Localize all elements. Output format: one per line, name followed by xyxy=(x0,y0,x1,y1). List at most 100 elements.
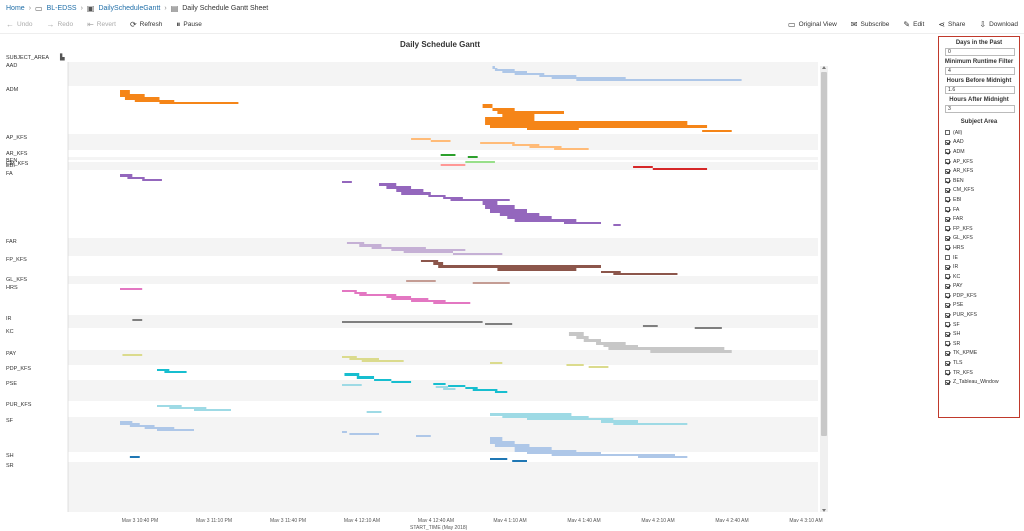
subject-checkbox[interactable] xyxy=(945,226,950,232)
gantt-bar[interactable] xyxy=(514,219,577,222)
download-button[interactable]: ⇩ Download xyxy=(979,20,1018,29)
gantt-bar[interactable] xyxy=(450,199,510,201)
subject-checkbox[interactable] xyxy=(945,350,950,356)
gantt-bar[interactable] xyxy=(124,97,160,100)
breadcrumb-workbook[interactable]: DailyScheduleGantt xyxy=(98,5,160,12)
gantt-bar[interactable] xyxy=(527,418,614,420)
gantt-bar[interactable] xyxy=(502,71,527,73)
gantt-bar[interactable] xyxy=(527,452,601,454)
gantt-bar[interactable] xyxy=(485,121,688,125)
gantt-bar[interactable] xyxy=(342,181,352,183)
gantt-bar[interactable] xyxy=(361,360,404,362)
gantt-bar[interactable] xyxy=(416,435,431,437)
gantt-bar[interactable] xyxy=(472,282,510,284)
gantt-bar[interactable] xyxy=(354,292,367,294)
gantt-bar[interactable] xyxy=(440,154,456,156)
gantt-bar[interactable] xyxy=(120,90,130,94)
gantt-bar[interactable] xyxy=(157,369,170,371)
gantt-bar[interactable] xyxy=(142,179,162,181)
gantt-bar[interactable] xyxy=(144,427,175,429)
gantt-bar[interactable] xyxy=(502,416,589,418)
gantt-bar[interactable] xyxy=(642,325,658,327)
gantt-bar[interactable] xyxy=(391,298,429,300)
subject-checkbox[interactable] xyxy=(945,197,950,203)
gantt-bar[interactable] xyxy=(374,379,392,381)
gantt-bar[interactable] xyxy=(494,444,530,447)
gantt-bar[interactable] xyxy=(551,77,626,79)
subject-option[interactable]: SR xyxy=(945,339,1019,349)
subject-option[interactable]: FA xyxy=(945,205,1019,215)
gantt-bar[interactable] xyxy=(438,265,601,268)
revert-button[interactable]: ⇤ Revert xyxy=(87,20,116,29)
gantt-bar[interactable] xyxy=(344,373,360,376)
subject-option[interactable]: TLS xyxy=(945,358,1019,368)
gantt-bar[interactable] xyxy=(490,362,503,364)
gantt-bar[interactable] xyxy=(480,142,515,144)
refresh-button[interactable]: ⟳ Refresh xyxy=(130,20,162,29)
gantt-bar[interactable] xyxy=(482,104,493,108)
gantt-bar[interactable] xyxy=(499,213,540,216)
gantt-bar[interactable] xyxy=(638,456,688,458)
gantt-bar[interactable] xyxy=(512,460,527,462)
subject-option[interactable]: AP_KFS xyxy=(945,157,1019,167)
subject-option[interactable]: Z_Tableau_Window xyxy=(945,377,1019,387)
gantt-bar[interactable] xyxy=(356,376,375,379)
gantt-bar[interactable] xyxy=(539,75,577,77)
gantt-bar[interactable] xyxy=(576,79,742,81)
gantt-bar[interactable] xyxy=(613,273,678,275)
subject-option[interactable]: PDP_KFS xyxy=(945,291,1019,301)
gantt-bar[interactable] xyxy=(608,347,725,350)
gantt-bar[interactable] xyxy=(396,189,424,192)
gantt-bar[interactable] xyxy=(430,140,451,142)
subject-option[interactable]: ADM xyxy=(945,147,1019,157)
gantt-bar[interactable] xyxy=(492,68,498,69)
gantt-bar[interactable] xyxy=(497,268,577,271)
gantt-bar[interactable] xyxy=(576,336,589,339)
subject-option[interactable]: GL_KFS xyxy=(945,234,1019,244)
gantt-bar[interactable] xyxy=(157,405,182,407)
subject-checkbox[interactable] xyxy=(945,322,950,328)
subject-checkbox[interactable] xyxy=(945,178,950,184)
gantt-bar[interactable] xyxy=(435,386,449,388)
gantt-bar[interactable] xyxy=(406,280,436,282)
gantt-bar[interactable] xyxy=(134,100,175,102)
subject-checkbox[interactable] xyxy=(945,283,950,289)
gantt-bar[interactable] xyxy=(120,94,145,97)
redo-button[interactable]: → Redo xyxy=(47,20,74,29)
gantt-bar[interactable] xyxy=(120,288,143,290)
gantt-bar[interactable] xyxy=(603,345,638,347)
gantt-bar[interactable] xyxy=(120,174,133,177)
subject-checkbox[interactable] xyxy=(945,187,950,193)
gantt-bar[interactable] xyxy=(386,186,412,189)
subject-option[interactable]: CM_KFS xyxy=(945,186,1019,196)
runtime-filter-input[interactable]: 4 xyxy=(945,67,1015,75)
subject-checkbox[interactable] xyxy=(945,264,950,270)
gantt-bar[interactable] xyxy=(433,302,471,304)
gantt-bar[interactable] xyxy=(194,409,231,411)
gantt-bar[interactable] xyxy=(583,339,601,342)
original-view-button[interactable]: ▭ Original View xyxy=(788,20,837,29)
subject-option[interactable]: KC xyxy=(945,272,1019,282)
gantt-bar[interactable] xyxy=(159,102,239,104)
gantt-bar[interactable] xyxy=(127,177,145,179)
subject-option[interactable]: FP_KFS xyxy=(945,224,1019,234)
gantt-bar[interactable] xyxy=(494,391,508,393)
gantt-bar[interactable] xyxy=(386,296,412,298)
gantt-bar[interactable] xyxy=(465,161,495,163)
gantt-bar[interactable] xyxy=(482,201,498,205)
gantt-bar[interactable] xyxy=(497,111,564,114)
gantt-bar[interactable] xyxy=(613,423,688,425)
gantt-bar[interactable] xyxy=(514,73,545,75)
gantt-bar[interactable] xyxy=(403,251,453,253)
gantt-bar[interactable] xyxy=(411,138,431,140)
gantt-bar[interactable] xyxy=(132,319,143,321)
scrollbar-thumb[interactable] xyxy=(821,72,827,436)
gantt-bar[interactable] xyxy=(633,166,653,168)
gantt-bar[interactable] xyxy=(342,321,483,323)
subject-option[interactable]: PSE xyxy=(945,301,1019,311)
gantt-bar[interactable] xyxy=(391,381,412,383)
gantt-bar[interactable] xyxy=(588,366,609,368)
gantt-bar[interactable] xyxy=(129,456,140,458)
subject-checkbox[interactable] xyxy=(945,245,950,251)
gantt-bar[interactable] xyxy=(467,156,478,158)
